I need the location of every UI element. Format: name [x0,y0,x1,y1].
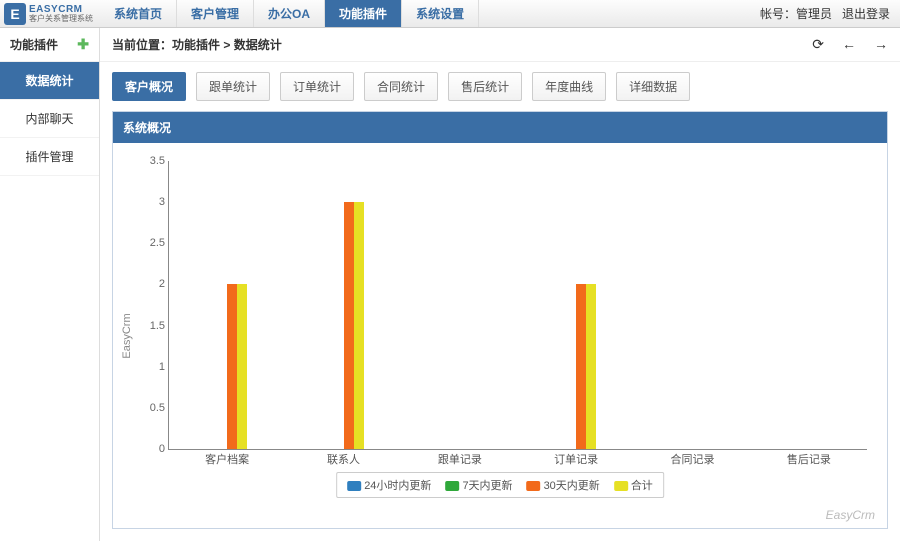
main: 当前位置：功能插件 > 数据统计 ⟳ ← → 客户概况跟单统计订单统计合同统计售… [100,28,900,541]
y-tick: 3 [139,196,165,208]
top-nav: 系统首页客户管理办公OA功能插件系统设置 [100,0,479,27]
bar [576,284,586,449]
top-right: 帐号：管理员 退出登录 [760,5,900,22]
x-category: 订单记录 [554,451,598,467]
legend-swatch [347,481,361,491]
y-tick: 0 [139,443,165,455]
tab[interactable]: 年度曲线 [532,72,606,101]
topnav-item[interactable]: 办公OA [254,0,325,27]
sidebar-item[interactable]: 数据统计 [0,62,99,100]
forward-icon[interactable]: → [874,36,888,53]
panel: 系统概况 EasyCrm 00.511.522.533.5客户档案联系人跟单记录… [112,111,888,529]
bar [237,284,247,449]
tabs: 客户概况跟单统计订单统计合同统计售后统计年度曲线详细数据 [100,62,900,111]
bar-group [673,161,713,449]
brand: E EASYCRM 客户关系管理系统 [0,3,100,25]
legend-item: 24小时内更新 [347,477,431,493]
topnav-item[interactable]: 系统设置 [402,0,479,27]
topbar: E EASYCRM 客户关系管理系统 系统首页客户管理办公OA功能插件系统设置 … [0,0,900,28]
legend-swatch [445,481,459,491]
chart: EasyCrm 00.511.522.533.5客户档案联系人跟单记录订单记录合… [113,143,887,528]
y-tick: 2 [139,278,165,290]
tab[interactable]: 合同统计 [364,72,438,101]
x-category: 合同记录 [671,451,715,467]
bar-group [440,161,480,449]
bar [354,202,364,449]
y-tick: 1.5 [139,320,165,332]
tab[interactable]: 订单统计 [280,72,354,101]
tab[interactable]: 跟单统计 [196,72,270,101]
sidebar-item[interactable]: 插件管理 [0,138,99,176]
brand-mark: E [4,3,26,25]
back-icon[interactable]: ← [842,36,856,53]
legend-item: 7天内更新 [445,477,512,493]
bar-group [207,161,247,449]
y-tick: 3.5 [139,155,165,167]
sidebar-list: 数据统计内部聊天插件管理 [0,62,99,176]
y-tick: 2.5 [139,237,165,249]
tab[interactable]: 售后统计 [448,72,522,101]
tab[interactable]: 详细数据 [616,72,690,101]
brand-sub: 客户关系管理系统 [29,15,93,23]
breadcrumb-bar: 当前位置：功能插件 > 数据统计 ⟳ ← → [100,28,900,62]
bar [344,202,354,449]
legend-swatch [614,481,628,491]
panel-title: 系统概况 [113,112,887,143]
puzzle-icon: ✚ [77,36,89,53]
logout-link[interactable]: 退出登录 [842,5,890,22]
y-tick: 1 [139,361,165,373]
bar [586,284,596,449]
topnav-item[interactable]: 功能插件 [325,0,402,27]
account-label: 帐号：管理员 [760,5,832,22]
x-category: 联系人 [327,451,360,467]
legend: 24小时内更新 7天内更新 30天内更新合计 [336,472,664,498]
tab[interactable]: 客户概况 [112,72,186,101]
refresh-icon[interactable]: ⟳ [812,36,824,53]
plot-area: 00.511.522.533.5客户档案联系人跟单记录订单记录合同记录售后记录 [168,161,867,450]
x-category: 客户档案 [205,451,249,467]
y-tick: 0.5 [139,402,165,414]
bar-group [789,161,829,449]
sidebar: 功能插件 ✚ 数据统计内部聊天插件管理 [0,28,100,541]
legend-item: 30天内更新 [527,477,600,493]
topnav-item[interactable]: 客户管理 [177,0,254,27]
brand-name: EASYCRM [29,5,93,15]
bar-group [556,161,596,449]
y-axis-label: EasyCrm [121,313,133,358]
legend-swatch [527,481,541,491]
bar [227,284,237,449]
breadcrumb: 当前位置：功能插件 > 数据统计 [112,36,282,53]
topnav-item[interactable]: 系统首页 [100,0,177,27]
legend-item: 合计 [614,477,653,493]
sidebar-title: 功能插件 ✚ [0,28,99,62]
x-category: 跟单记录 [438,451,482,467]
bar-group [324,161,364,449]
chart-credit: EasyCrm [826,508,875,522]
x-category: 售后记录 [787,451,831,467]
sidebar-item[interactable]: 内部聊天 [0,100,99,138]
